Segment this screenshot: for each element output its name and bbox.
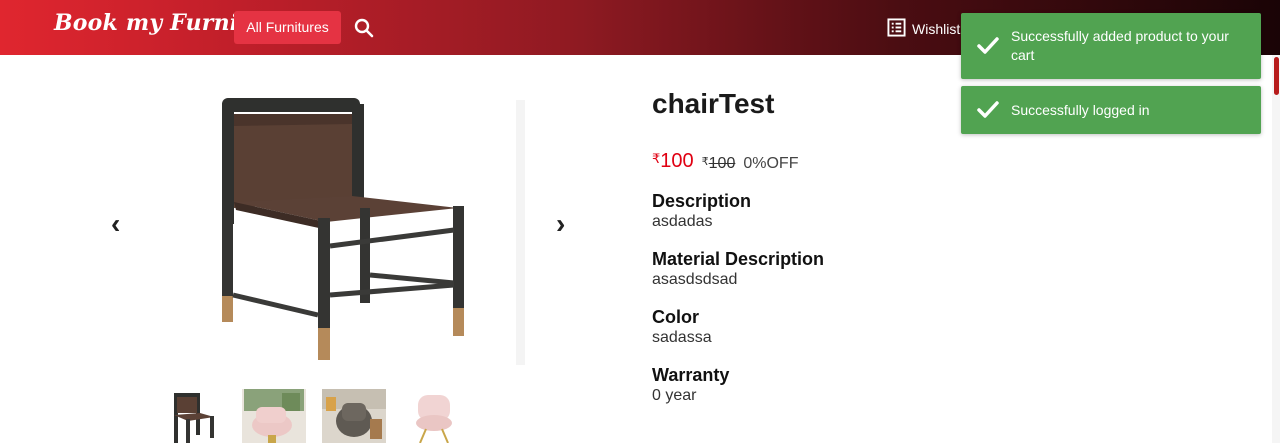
material-label: Material Description	[652, 249, 825, 269]
current-price: ₹100	[652, 150, 694, 173]
toast-message: Successfully added product to your cart	[1011, 28, 1229, 63]
rupee-icon: ₹	[701, 156, 709, 168]
product-title: chairTest	[652, 88, 775, 119]
page-scrollbar[interactable]	[1272, 55, 1280, 443]
toast-logged-in[interactable]: Successfully logged in	[961, 86, 1261, 134]
warranty-section: Warranty 0 year	[652, 365, 729, 405]
discount-label: 0%OFF	[743, 155, 799, 172]
description-section: Description asdadas	[652, 191, 751, 231]
wishlist-label: Wishlist	[912, 21, 961, 37]
toast-cart-added[interactable]: Successfully added product to your cart	[961, 13, 1261, 79]
all-furnitures-button[interactable]: All Furnitures	[234, 11, 341, 44]
color-label: Color	[652, 307, 699, 327]
thumbnail-1[interactable]	[162, 389, 226, 443]
thumbnail-strip	[162, 389, 466, 443]
thumbnail-3[interactable]	[322, 389, 386, 443]
material-value: asasdsdsad	[652, 271, 738, 288]
price-value: 100	[660, 150, 694, 172]
search-icon[interactable]	[352, 16, 376, 40]
warranty-label: Warranty	[652, 365, 730, 385]
toast-message: Successfully logged in	[1011, 101, 1150, 118]
price-row: ₹100 ₹100 0%OFF	[652, 150, 798, 173]
list-icon	[887, 18, 906, 40]
wishlist-link[interactable]: Wishlist	[887, 18, 960, 40]
original-price-value: 100	[708, 155, 736, 172]
carousel-prev-button[interactable]: ‹	[111, 210, 120, 238]
material-section: Material Description asasdsdsad	[652, 249, 824, 289]
warranty-value: 0 year	[652, 387, 697, 404]
color-section: Color sadassa	[652, 307, 712, 347]
thumbnail-2[interactable]	[242, 389, 306, 443]
rupee-icon: ₹	[652, 151, 661, 166]
checkmark-icon	[977, 37, 999, 54]
original-price: ₹100	[702, 155, 736, 173]
description-label: Description	[652, 191, 752, 211]
thumbnail-4[interactable]	[402, 389, 466, 443]
description-value: asdadas	[652, 213, 713, 230]
product-main-image	[200, 90, 525, 375]
color-value: sadassa	[652, 329, 712, 346]
scrollbar-thumb[interactable]	[1274, 57, 1279, 95]
checkmark-icon	[977, 101, 999, 118]
carousel-next-button[interactable]: ›	[556, 210, 565, 238]
